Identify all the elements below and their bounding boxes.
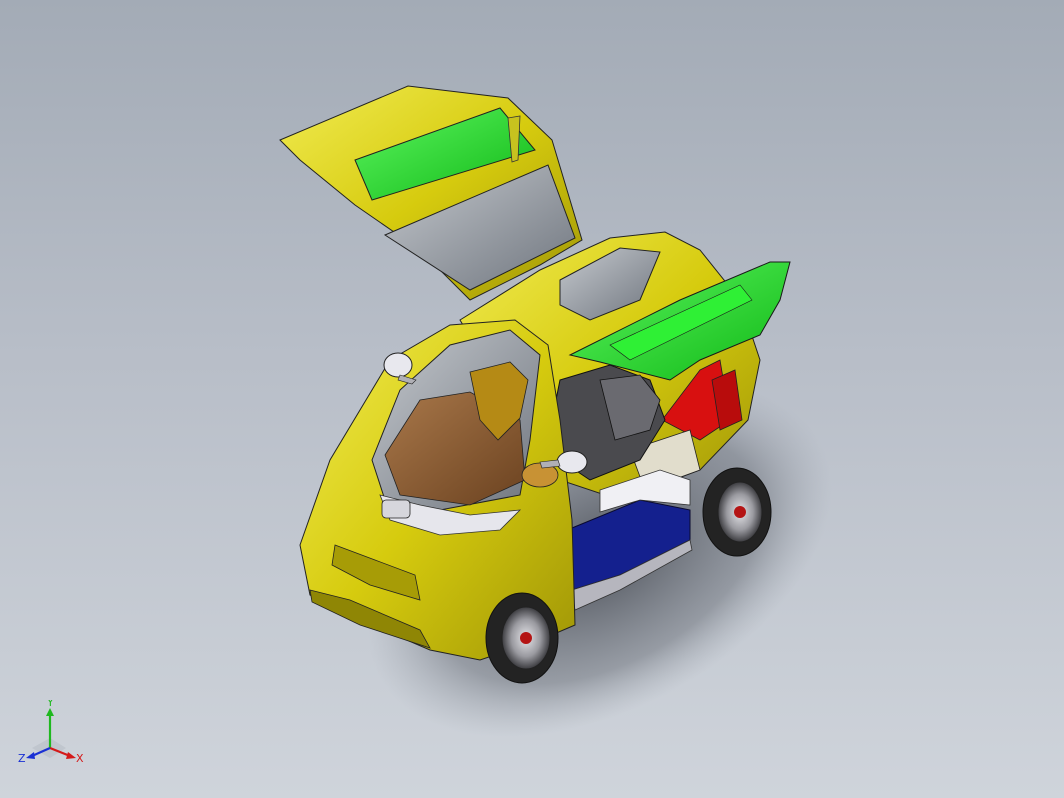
- z-axis-label: Z: [18, 752, 26, 765]
- graphics-viewport[interactable]: Y X Z: [0, 0, 1064, 798]
- front-wheel: [485, 592, 559, 684]
- coordinate-triad: Y X Z: [18, 700, 84, 765]
- x-axis-label: X: [76, 752, 84, 765]
- car-3d-model[interactable]: [0, 0, 1064, 798]
- y-axis-label: Y: [46, 700, 54, 709]
- left-gullwing-door[interactable]: [279, 85, 583, 301]
- rear-wheel: [702, 467, 772, 557]
